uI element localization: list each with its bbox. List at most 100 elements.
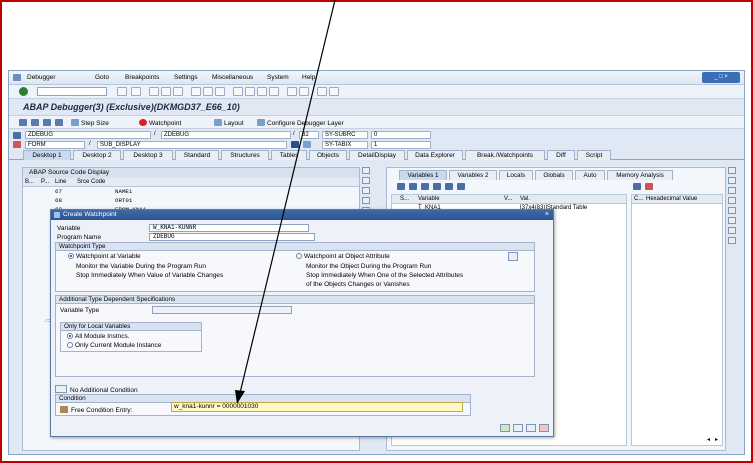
menu-system[interactable]: System xyxy=(267,74,289,81)
col-position[interactable]: P... xyxy=(41,179,49,185)
current-module-instance-radio[interactable]: Only Current Module Instance xyxy=(67,342,161,349)
layout-button[interactable]: Layout xyxy=(214,119,244,127)
tab-detaildisplay[interactable]: DetailDisplay xyxy=(349,150,405,160)
tab-locals[interactable]: Locals xyxy=(499,170,533,180)
tab-break-watchpoints[interactable]: Break./Watchpoints xyxy=(465,150,545,160)
help-icon[interactable] xyxy=(317,87,327,96)
tab-diff[interactable]: Diff xyxy=(547,150,575,160)
tool-icon[interactable] xyxy=(728,177,736,184)
edit-icon[interactable] xyxy=(645,183,653,190)
free-condition-input[interactable]: w_kna1-kunnr = 0000001030 xyxy=(171,402,463,412)
tab-standard[interactable]: Standard xyxy=(175,150,219,160)
tool-icon[interactable] xyxy=(362,197,370,204)
continue-icon[interactable] xyxy=(55,119,63,126)
back-green-icon[interactable] xyxy=(149,87,159,96)
tab-objects[interactable]: Objects xyxy=(309,150,347,160)
find-next-icon[interactable] xyxy=(215,87,225,96)
tab-desktop-2[interactable]: Desktop 2 xyxy=(73,150,121,160)
watchpoint-at-variable-radio[interactable]: Watchpoint at Variable xyxy=(68,253,141,260)
tool-icon[interactable] xyxy=(728,227,736,234)
object-select-icon[interactable] xyxy=(508,252,518,261)
tab-variables-2[interactable]: Variables 2 xyxy=(449,170,497,180)
confirm-icon[interactable] xyxy=(500,424,511,432)
shortcut-icon[interactable] xyxy=(299,87,309,96)
window-controls[interactable]: _ □ × xyxy=(702,72,740,83)
layout-icon xyxy=(214,119,222,126)
tab-desktop-3[interactable]: Desktop 3 xyxy=(123,150,173,160)
tool-icon[interactable] xyxy=(728,197,736,204)
code-line[interactable]: 67 NAME1 xyxy=(23,188,359,197)
table-tool-icon[interactable] xyxy=(433,183,441,190)
cancel-icon[interactable] xyxy=(539,424,549,432)
close-tool-icon[interactable] xyxy=(362,167,370,174)
table-tool-icon[interactable] xyxy=(421,183,429,190)
menu-help[interactable]: Help xyxy=(302,74,315,81)
tab-auto[interactable]: Auto xyxy=(575,170,605,180)
command-field[interactable] xyxy=(37,87,107,96)
exit-icon[interactable] xyxy=(161,87,171,96)
tool-icon[interactable] xyxy=(362,177,370,184)
close-tool-icon[interactable] xyxy=(728,167,736,174)
step-over-icon[interactable] xyxy=(31,119,39,126)
tab-globals[interactable]: Globals xyxy=(535,170,573,180)
scroll-right-icon[interactable]: ▸ xyxy=(715,436,718,443)
table-tool-icon[interactable] xyxy=(445,183,453,190)
return-icon[interactable] xyxy=(43,119,51,126)
tab-variables-1[interactable]: Variables 1 xyxy=(399,170,447,180)
last-page-icon[interactable] xyxy=(269,87,279,96)
first-page-icon[interactable] xyxy=(233,87,243,96)
step-size-button[interactable]: Step Size xyxy=(71,119,109,127)
tab-data-explorer[interactable]: Data Explorer xyxy=(407,150,463,160)
menu-breakpoints[interactable]: Breakpoints xyxy=(125,74,159,81)
tab-tables[interactable]: Tables xyxy=(271,150,307,160)
code-line[interactable]: 68 ORT01 xyxy=(23,197,359,206)
configure-layer-button[interactable]: Configure Debugger Layer xyxy=(257,119,344,127)
menu-goto[interactable]: Goto xyxy=(95,74,109,81)
details-icon[interactable] xyxy=(303,141,311,148)
sap-menu-icon[interactable] xyxy=(13,74,21,81)
col-breakpoint[interactable]: B... xyxy=(25,179,34,185)
back-icon[interactable] xyxy=(117,87,127,96)
col-source-code[interactable]: Srce Code xyxy=(77,179,105,185)
new-session-icon[interactable] xyxy=(287,87,297,96)
no-condition-button[interactable]: No Additional Condition xyxy=(55,385,138,394)
tab-script[interactable]: Script xyxy=(577,150,611,160)
check-icon[interactable] xyxy=(513,424,524,432)
find-icon[interactable] xyxy=(203,87,213,96)
tab-desktop-1[interactable]: Desktop 1 xyxy=(23,150,71,160)
layout-menu-icon[interactable] xyxy=(329,87,339,96)
program-name-input[interactable]: ZDEBUG xyxy=(149,233,315,241)
table-tool-icon[interactable] xyxy=(397,183,405,190)
next-page-icon[interactable] xyxy=(257,87,267,96)
tool-icon[interactable] xyxy=(362,187,370,194)
tab-structures[interactable]: Structures xyxy=(221,150,269,160)
watchpoint-at-object-radio[interactable]: Watchpoint at Object Attribute xyxy=(296,253,390,260)
all-module-instances-radio[interactable]: All Module Instncs. xyxy=(67,333,130,340)
col-line[interactable]: Line xyxy=(55,179,66,185)
tool-icon[interactable] xyxy=(728,217,736,224)
tool-icon[interactable] xyxy=(728,187,736,194)
close-icon[interactable]: × xyxy=(545,210,549,220)
prev-page-icon[interactable] xyxy=(245,87,255,96)
tool-icon[interactable] xyxy=(728,207,736,214)
menu-settings[interactable]: Settings xyxy=(174,74,198,81)
table-tool-icon[interactable] xyxy=(409,183,417,190)
navigate-icon[interactable] xyxy=(291,141,299,148)
cancel-icon[interactable] xyxy=(173,87,183,96)
menu-debugger[interactable]: Debugger xyxy=(27,74,56,81)
scroll-left-icon[interactable]: ◂ xyxy=(707,436,710,443)
save-icon[interactable] xyxy=(633,183,641,190)
include-field: ZDEBUG xyxy=(161,131,291,139)
table-tool-icon[interactable] xyxy=(457,183,465,190)
tab-memory-analysis[interactable]: Memory Analysis xyxy=(607,170,673,180)
print-icon[interactable] xyxy=(191,87,201,96)
enter-icon[interactable] xyxy=(19,87,28,96)
variable-input[interactable]: W_KNA1-KUNNR xyxy=(149,224,309,232)
watchpoint-button[interactable]: Watchpoint xyxy=(139,119,181,127)
new-icon[interactable] xyxy=(526,424,537,432)
save-icon[interactable] xyxy=(131,87,141,96)
step-into-icon[interactable] xyxy=(19,119,27,126)
tool-icon[interactable] xyxy=(728,237,736,244)
radio-selected-icon xyxy=(67,333,73,339)
menu-miscellaneous[interactable]: Miscellaneous xyxy=(212,74,253,81)
